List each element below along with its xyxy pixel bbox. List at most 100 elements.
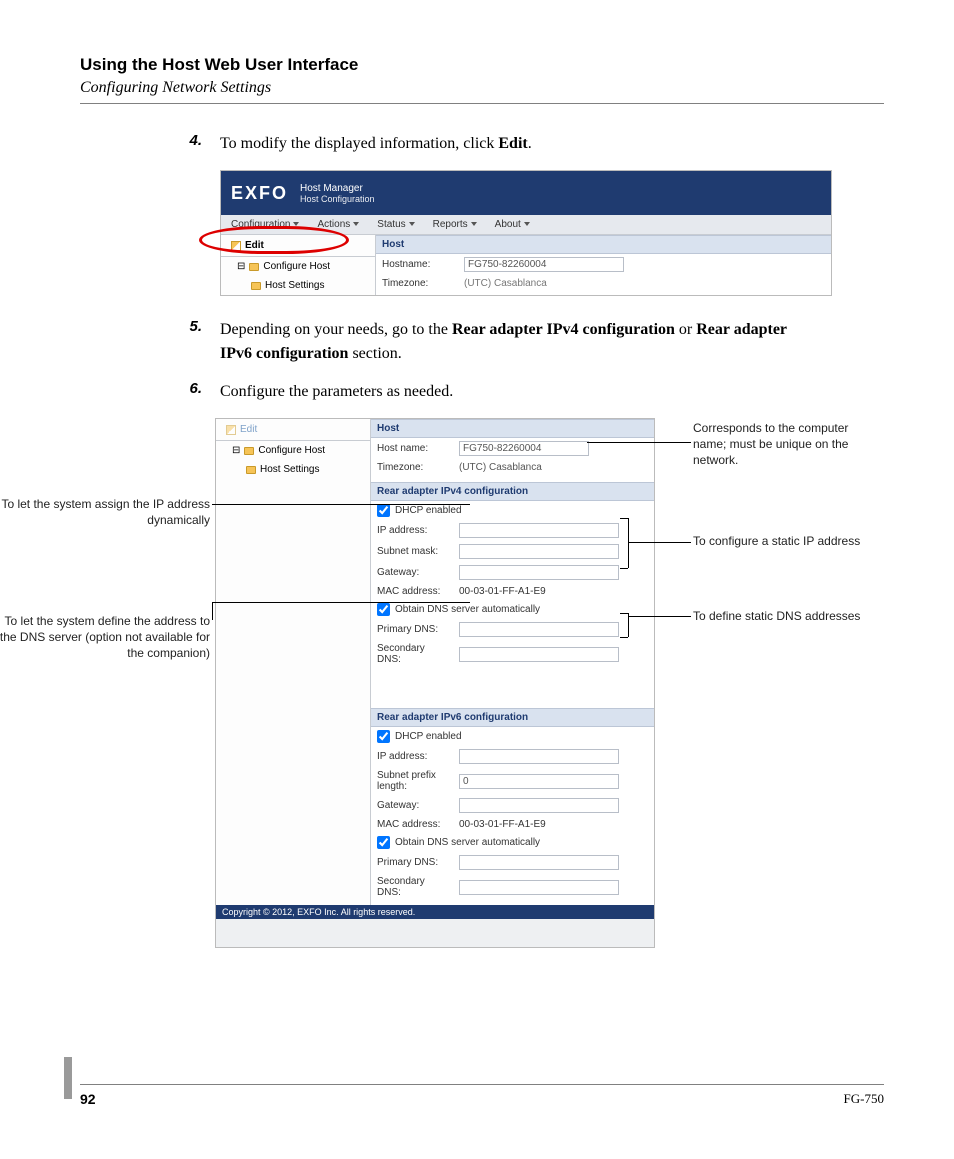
pdns6-input[interactable] bbox=[459, 855, 619, 870]
gateway-input[interactable] bbox=[459, 565, 619, 580]
mac-label: MAC address: bbox=[377, 586, 451, 597]
step-6: 6. Configure the parameters as needed. bbox=[180, 380, 884, 404]
step-text-pre: To modify the displayed information, cli… bbox=[220, 135, 498, 152]
edit-label: Edit bbox=[245, 240, 264, 251]
timezone-label: Timezone: bbox=[382, 278, 456, 289]
subnet-input[interactable] bbox=[459, 544, 619, 559]
callout-bracket-top bbox=[620, 613, 628, 614]
subnet-label: Subnet mask: bbox=[377, 546, 451, 557]
screenshot-1: EXFO Host Manager Host Configuration Con… bbox=[220, 170, 832, 296]
obtain-dns-label: Obtain DNS server automatically bbox=[395, 604, 540, 615]
pdns6-label: Primary DNS: bbox=[377, 857, 451, 868]
timezone-value: (UTC) Casablanca bbox=[459, 462, 542, 473]
chevron-down-icon bbox=[293, 222, 299, 226]
dhcp-label: DHCP enabled bbox=[395, 505, 462, 516]
mac-value: 00-03-01-FF-A1-E9 bbox=[459, 586, 546, 597]
folder-icon bbox=[251, 282, 261, 290]
callout-hostname: Corresponds to the computer name; must b… bbox=[693, 420, 863, 469]
thumb-index-tab bbox=[64, 1057, 72, 1099]
pencil-icon bbox=[226, 425, 236, 435]
tree-host-settings[interactable]: Host Settings bbox=[216, 460, 370, 479]
hostname-input[interactable] bbox=[459, 441, 589, 456]
pdns-input[interactable] bbox=[459, 622, 619, 637]
pdns-label: Primary DNS: bbox=[377, 624, 451, 635]
doc-id: FG-750 bbox=[844, 1091, 884, 1107]
dhcp6-checkbox[interactable] bbox=[377, 730, 390, 743]
edit-button[interactable]: Edit bbox=[216, 419, 370, 441]
tree-configure-host[interactable]: ⊟Configure Host bbox=[216, 441, 370, 460]
dhcp6-label: DHCP enabled bbox=[395, 731, 462, 742]
tree-configure-host[interactable]: ⊟Configure Host bbox=[221, 257, 375, 276]
folder-icon bbox=[246, 466, 256, 474]
exfo-logo: EXFO bbox=[231, 183, 288, 204]
ip6-input[interactable] bbox=[459, 749, 619, 764]
page-number: 92 bbox=[80, 1091, 96, 1107]
timezone-value: (UTC) Casablanca bbox=[464, 278, 547, 289]
edit-label: Edit bbox=[240, 424, 257, 435]
callout-bracket bbox=[628, 518, 629, 568]
step-text: Configure the parameters as needed. bbox=[220, 380, 453, 404]
menu-actions[interactable]: Actions bbox=[317, 219, 359, 230]
hostname-label: Host name: bbox=[377, 443, 451, 454]
callout-bracket-top bbox=[620, 518, 628, 519]
chevron-down-icon bbox=[409, 222, 415, 226]
sdns6-input[interactable] bbox=[459, 880, 619, 895]
sdns-label: Secondary DNS: bbox=[377, 643, 451, 665]
step-number: 5. bbox=[180, 318, 202, 366]
step-number: 4. bbox=[180, 132, 202, 156]
ipv4-section-title: Rear adapter IPv4 configuration bbox=[371, 482, 654, 501]
obtain-dns6-checkbox[interactable] bbox=[377, 836, 390, 849]
prefix-label: Subnet prefix length: bbox=[377, 770, 451, 792]
tree-host-settings[interactable]: Host Settings bbox=[221, 276, 375, 295]
divider-bottom bbox=[80, 1084, 884, 1085]
page-footer: 92 FG-750 bbox=[80, 1084, 884, 1107]
hostname-input[interactable] bbox=[464, 257, 624, 272]
callout-line bbox=[587, 442, 691, 443]
callout-line bbox=[212, 602, 213, 620]
menu-status[interactable]: Status bbox=[377, 219, 414, 230]
ip-label: IP address: bbox=[377, 525, 451, 536]
ip-input[interactable] bbox=[459, 523, 619, 538]
app-subtitle: Host Configuration bbox=[300, 194, 375, 204]
gateway6-input[interactable] bbox=[459, 798, 619, 813]
ip6-label: IP address: bbox=[377, 751, 451, 762]
folder-icon bbox=[244, 447, 254, 455]
mac6-value: 00-03-01-FF-A1-E9 bbox=[459, 819, 546, 830]
gateway-label: Gateway: bbox=[377, 567, 451, 578]
callout-dhcp: To let the system assign the IP address … bbox=[0, 496, 210, 528]
section-title: Configuring Network Settings bbox=[80, 79, 884, 97]
host-section-title: Host bbox=[371, 419, 654, 438]
callout-dns-auto: To let the system define the address to … bbox=[0, 613, 210, 662]
step-text: To modify the displayed information, cli… bbox=[220, 132, 532, 156]
callout-line bbox=[628, 616, 691, 617]
app-title: Host Manager bbox=[300, 183, 375, 194]
divider-top bbox=[80, 103, 884, 104]
dhcp-checkbox[interactable] bbox=[377, 504, 390, 517]
chevron-down-icon bbox=[471, 222, 477, 226]
step-text-post: . bbox=[528, 135, 532, 152]
callout-line bbox=[212, 504, 470, 505]
step-text: Depending on your needs, go to the Rear … bbox=[220, 318, 810, 366]
edit-button[interactable]: Edit bbox=[221, 235, 375, 257]
mac6-label: MAC address: bbox=[377, 819, 451, 830]
callout-line bbox=[212, 602, 470, 603]
chevron-down-icon bbox=[524, 222, 530, 226]
host-section-title: Host bbox=[376, 235, 831, 254]
screenshot-2-region: Edit ⊟Configure Host Host Settings Host … bbox=[120, 418, 920, 968]
menu-about[interactable]: About bbox=[495, 219, 530, 230]
hostname-label: Hostname: bbox=[382, 259, 456, 270]
chapter-title: Using the Host Web User Interface bbox=[80, 55, 884, 75]
obtain-dns6-label: Obtain DNS server automatically bbox=[395, 837, 540, 848]
prefix-input[interactable] bbox=[459, 774, 619, 789]
menu-configuration[interactable]: Configuration bbox=[231, 219, 299, 230]
step-4: 4. To modify the displayed information, … bbox=[180, 132, 884, 156]
menu-reports[interactable]: Reports bbox=[433, 219, 477, 230]
obtain-dns-checkbox[interactable] bbox=[377, 603, 390, 616]
callout-bracket bbox=[628, 613, 629, 637]
gateway6-label: Gateway: bbox=[377, 800, 451, 811]
sdns-input[interactable] bbox=[459, 647, 619, 662]
pencil-icon bbox=[231, 241, 241, 251]
chevron-down-icon bbox=[353, 222, 359, 226]
app-header: EXFO Host Manager Host Configuration bbox=[221, 171, 831, 215]
ipv6-section-title: Rear adapter IPv6 configuration bbox=[371, 708, 654, 727]
